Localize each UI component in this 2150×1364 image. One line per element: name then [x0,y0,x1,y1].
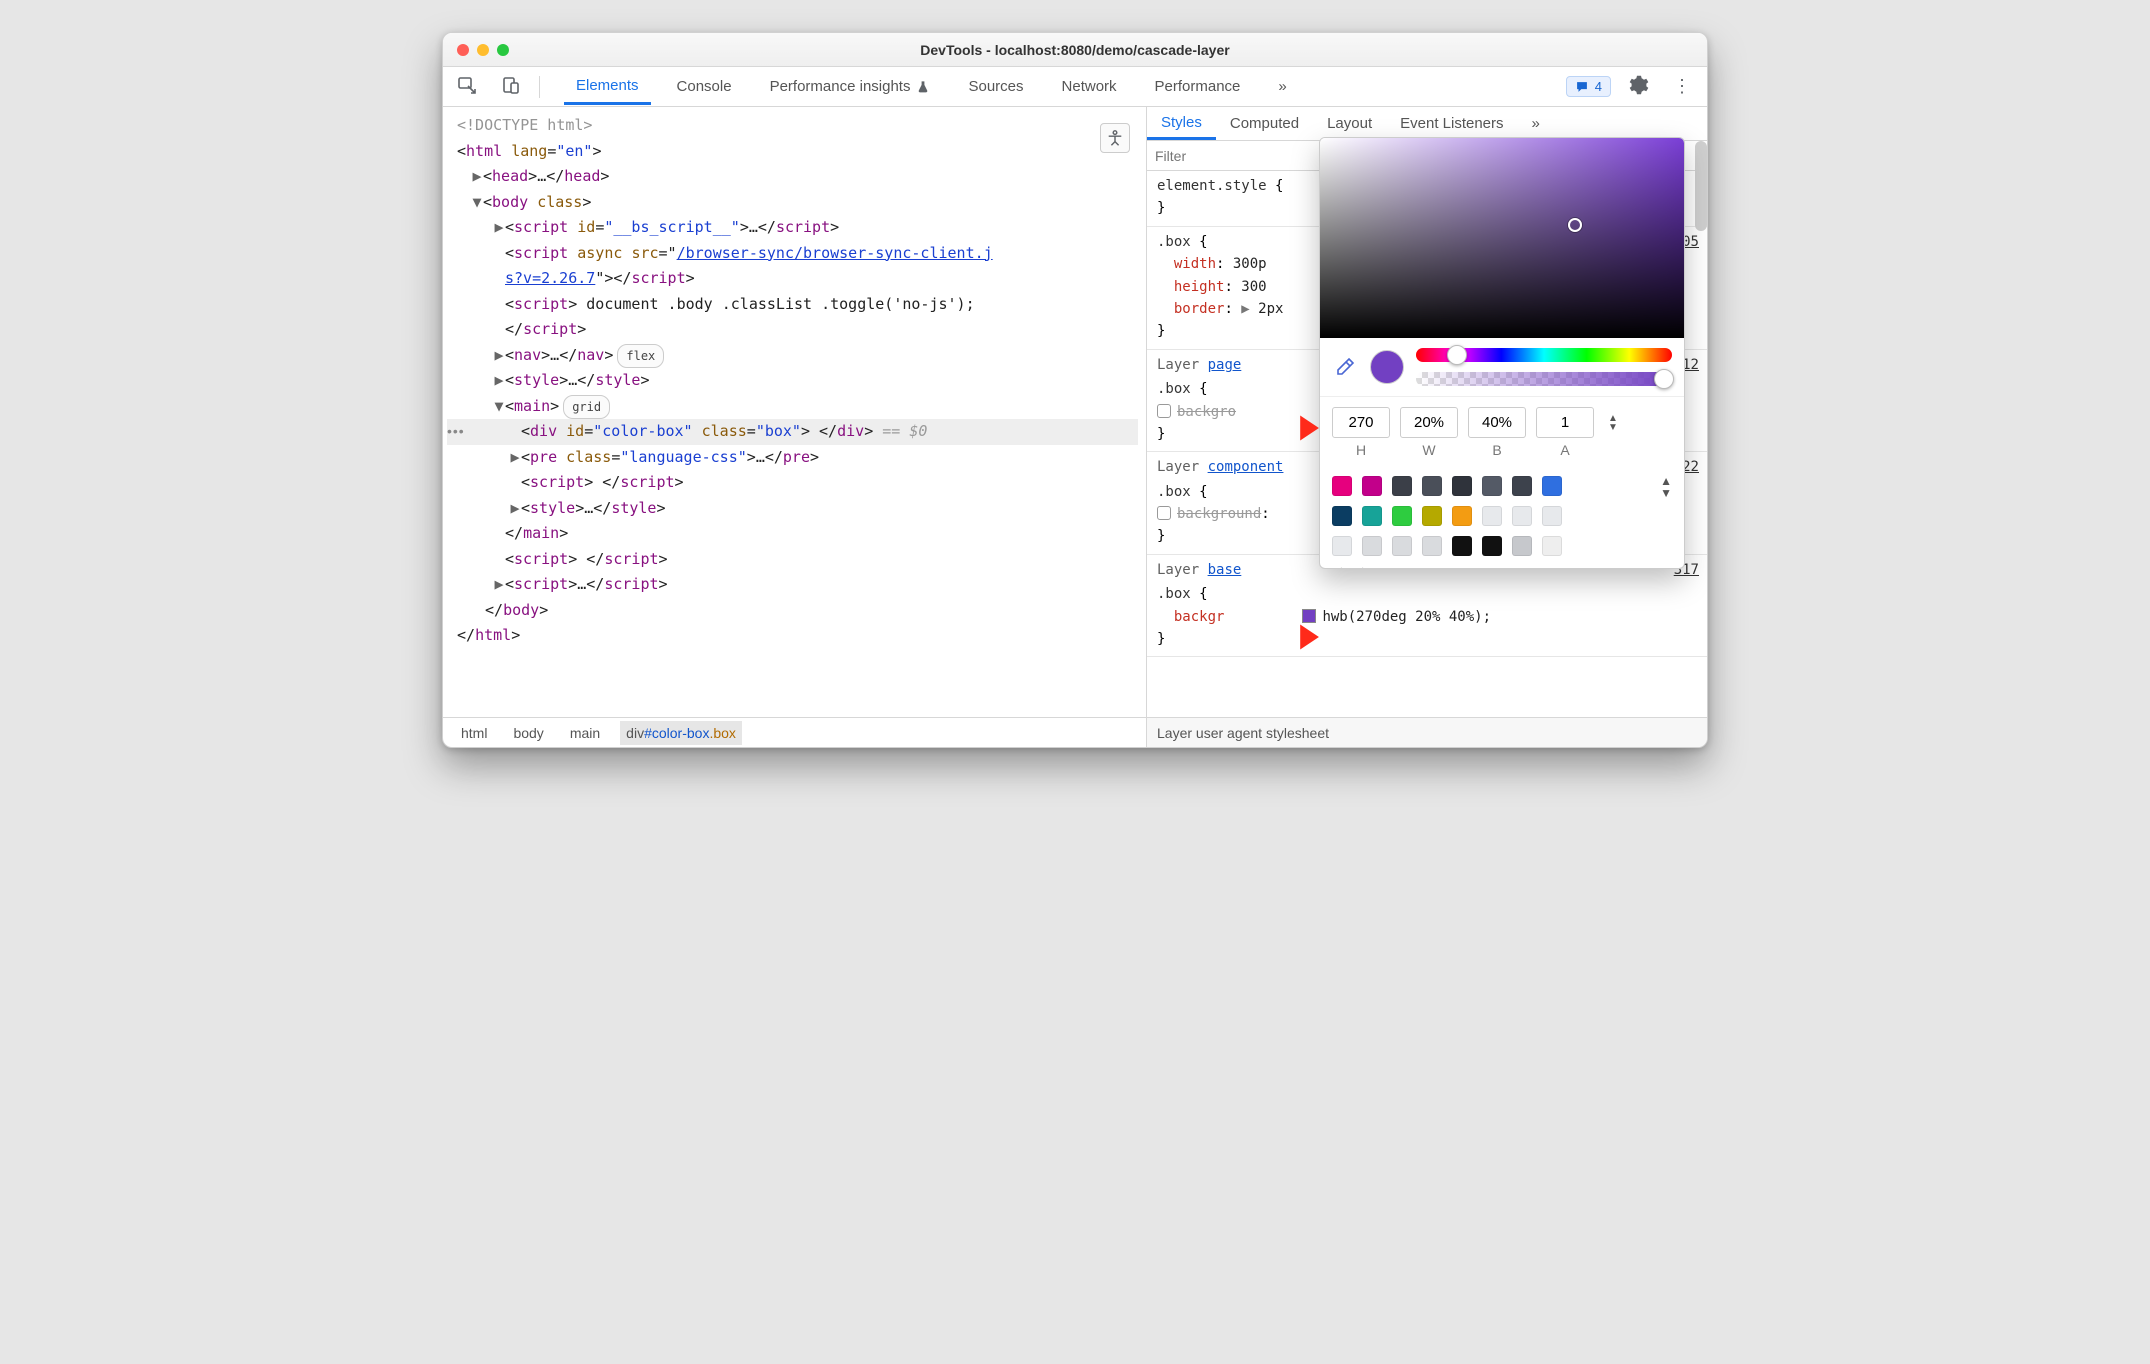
a-input[interactable] [1536,407,1594,438]
main-toolbar: Elements Console Performance insights So… [443,67,1707,107]
w-input[interactable] [1400,407,1458,438]
color-inputs: ▲▼ [1320,397,1684,442]
dom-tree[interactable]: <!DOCTYPE html> <html lang="en"> ▶<head>… [443,107,1146,717]
format-toggle-icon[interactable]: ▲▼ [1604,414,1622,432]
palette-swatch[interactable] [1332,506,1352,526]
hue-slider[interactable] [1416,348,1672,362]
palette-swatch[interactable] [1362,506,1382,526]
palette-swatch[interactable] [1482,506,1502,526]
palette-swatch[interactable] [1332,536,1352,556]
grid-badge[interactable]: grid [563,395,610,419]
flex-badge[interactable]: flex [617,344,664,368]
selected-dom-node[interactable]: <div id="color-box" class="box"> </div> … [447,419,1138,445]
palette-swatch[interactable] [1452,536,1472,556]
palette-swatches[interactable] [1332,476,1562,556]
annotation-arrow-icon [1269,407,1321,449]
hue-thumb[interactable] [1447,345,1467,365]
h-input[interactable] [1332,407,1390,438]
crumb-html[interactable]: html [455,721,493,745]
tab-performance[interactable]: Performance [1143,70,1253,103]
palette-swatch[interactable] [1482,476,1502,496]
palette-swatch[interactable] [1392,536,1412,556]
styles-panel: Styles Computed Layout Event Listeners »… [1147,107,1707,747]
palette-swatch[interactable] [1332,476,1352,496]
palette-swatch[interactable] [1422,536,1442,556]
saturation-value-field[interactable] [1320,138,1684,338]
window-title: DevTools - localhost:8080/demo/cascade-l… [443,42,1707,58]
kebab-menu-icon[interactable]: ⋮ [1667,72,1699,101]
devtools-window: DevTools - localhost:8080/demo/cascade-l… [442,32,1708,748]
gear-icon[interactable] [1623,71,1655,103]
b-input[interactable] [1468,407,1526,438]
palette-swatch[interactable] [1542,476,1562,496]
color-input-labels: H W B A [1320,442,1684,468]
tab-performance-insights[interactable]: Performance insights [758,70,943,103]
palette-swatch[interactable] [1422,476,1442,496]
rule-layer-ua[interactable]: Layer user agent stylesheet [1147,717,1707,747]
issues-badge[interactable]: 4 [1566,76,1611,97]
accessibility-icon[interactable] [1100,123,1130,153]
subtab-styles[interactable]: Styles [1147,108,1216,140]
subtab-event-listeners[interactable]: Event Listeners [1386,109,1517,138]
palette-nav-icon[interactable]: ▲▼ [1660,476,1672,498]
palette-swatch[interactable] [1512,506,1532,526]
eyedropper-icon[interactable] [1332,354,1358,380]
palette-swatch[interactable] [1512,476,1532,496]
toggle-checkbox[interactable] [1157,506,1171,520]
palette-swatch[interactable] [1422,506,1442,526]
palette-swatch[interactable] [1542,536,1562,556]
palette-swatch[interactable] [1482,536,1502,556]
palette-swatch[interactable] [1452,506,1472,526]
tabs-overflow-icon[interactable]: » [1266,70,1298,103]
styles-subtabs: Styles Computed Layout Event Listeners » [1147,107,1707,141]
breadcrumbs[interactable]: html body main div#color-box.box [443,717,1146,747]
sv-handle[interactable] [1568,218,1582,232]
tab-sources[interactable]: Sources [956,70,1035,103]
color-picker-popover[interactable]: ▲▼ H W B A ▲▼ [1319,137,1685,569]
palette-swatch[interactable] [1392,476,1412,496]
alpha-slider[interactable] [1416,372,1672,386]
crumb-current[interactable]: div#color-box.box [620,721,742,745]
crumb-main[interactable]: main [564,721,606,745]
inspect-element-icon[interactable] [451,71,483,103]
alpha-thumb[interactable] [1654,369,1674,389]
tab-network[interactable]: Network [1050,70,1129,103]
palette-swatch[interactable] [1362,536,1382,556]
palette-swatch[interactable] [1392,506,1412,526]
palette-swatch[interactable] [1512,536,1532,556]
palette-swatch[interactable] [1542,506,1562,526]
toggle-checkbox[interactable] [1157,404,1171,418]
chat-icon [1575,80,1589,94]
device-toggle-icon[interactable] [495,71,527,103]
annotation-arrow-icon [1269,616,1321,658]
crumb-body[interactable]: body [507,721,549,745]
scrollbar-thumb[interactable] [1695,141,1707,231]
tab-elements[interactable]: Elements [564,69,651,105]
palette-swatch[interactable] [1362,476,1382,496]
subtab-computed[interactable]: Computed [1216,109,1313,138]
panel-tabs: Elements Console Performance insights So… [564,69,1299,105]
current-color-swatch [1370,350,1404,384]
palette-swatch[interactable] [1452,476,1472,496]
hwb-value[interactable]: hwb(270deg 20% 40%); [1322,609,1491,625]
flask-icon [916,80,930,94]
tab-console[interactable]: Console [665,70,744,103]
subtabs-overflow-icon[interactable]: » [1518,109,1554,138]
doctype-node[interactable]: <!DOCTYPE html> [457,116,592,134]
overflow-dots-icon[interactable]: ••• [443,423,465,439]
elements-panel: ••• <!DOCTYPE html> <html lang="en"> ▶<h… [443,107,1147,747]
subtab-layout[interactable]: Layout [1313,109,1386,138]
rule-layer-base[interactable]: 317 Layer base .box { backgrhwb(270deg 2… [1147,555,1707,658]
window-titlebar[interactable]: DevTools - localhost:8080/demo/cascade-l… [443,33,1707,67]
